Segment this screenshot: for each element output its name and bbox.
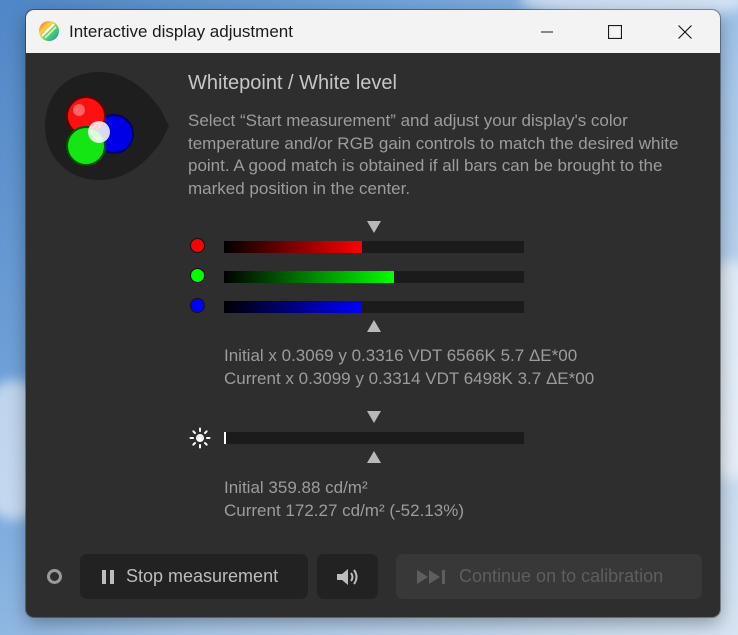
red-channel-indicator [190,238,205,253]
instructions-text: Select “Start measurement” and adjust yo… [188,111,679,198]
luminance-marker-top [367,411,381,423]
page-title: Whitepoint / White level [188,72,397,94]
maximize-icon [608,24,622,39]
green-channel-indicator [190,268,205,283]
sound-toggle-button[interactable] [317,554,378,599]
pause-icon [102,569,114,584]
luminance-fill [224,432,226,444]
target-marker-top [367,221,381,233]
luminance-marker-bottom [367,451,381,463]
rgb-whitepoint-logo [45,72,169,180]
skip-forward-icon [417,569,445,584]
stop-measurement-button[interactable]: Stop measurement [80,554,308,599]
minimize-icon [541,31,553,32]
blue-gain-bar [224,301,524,313]
green-gain-bar [224,271,524,283]
whitepoint-initial: Initial x 0.3069 y 0.3316 VDT 6566K 5.7 … [224,346,578,365]
continue-calibration-label: Continue on to calibration [459,566,664,586]
green-gain-fill [224,271,394,283]
close-icon [678,24,692,39]
luminance-initial: Initial 359.88 cd/m² [224,478,368,497]
speaker-icon [336,568,357,585]
blue-channel-indicator [190,298,205,313]
luminance-bar [224,432,524,444]
continue-calibration-button[interactable]: Continue on to calibration [396,554,702,599]
blue-gain-fill [224,301,362,313]
close-button[interactable] [662,10,708,53]
maximize-button[interactable] [592,10,638,53]
displaycal-icon [38,20,60,42]
sun-icon [189,427,211,449]
title-bar[interactable]: Interactive display adjustment [26,10,720,53]
window-title: Interactive display adjustment [69,22,293,41]
stop-measurement-label: Stop measurement [126,566,279,586]
red-gain-bar [224,241,524,253]
luminance-current: Current 172.27 cd/m² (-52.13%) [224,501,464,520]
minimize-button[interactable] [524,10,570,53]
target-marker-bottom [367,320,381,332]
red-gain-fill [224,241,362,253]
app-window: Interactive display adjustment Whitepoin… [26,10,720,617]
whitepoint-current: Current x 0.3099 y 0.3314 VDT 6498K 3.7 … [224,369,595,388]
measurement-status-indicator [47,569,62,584]
